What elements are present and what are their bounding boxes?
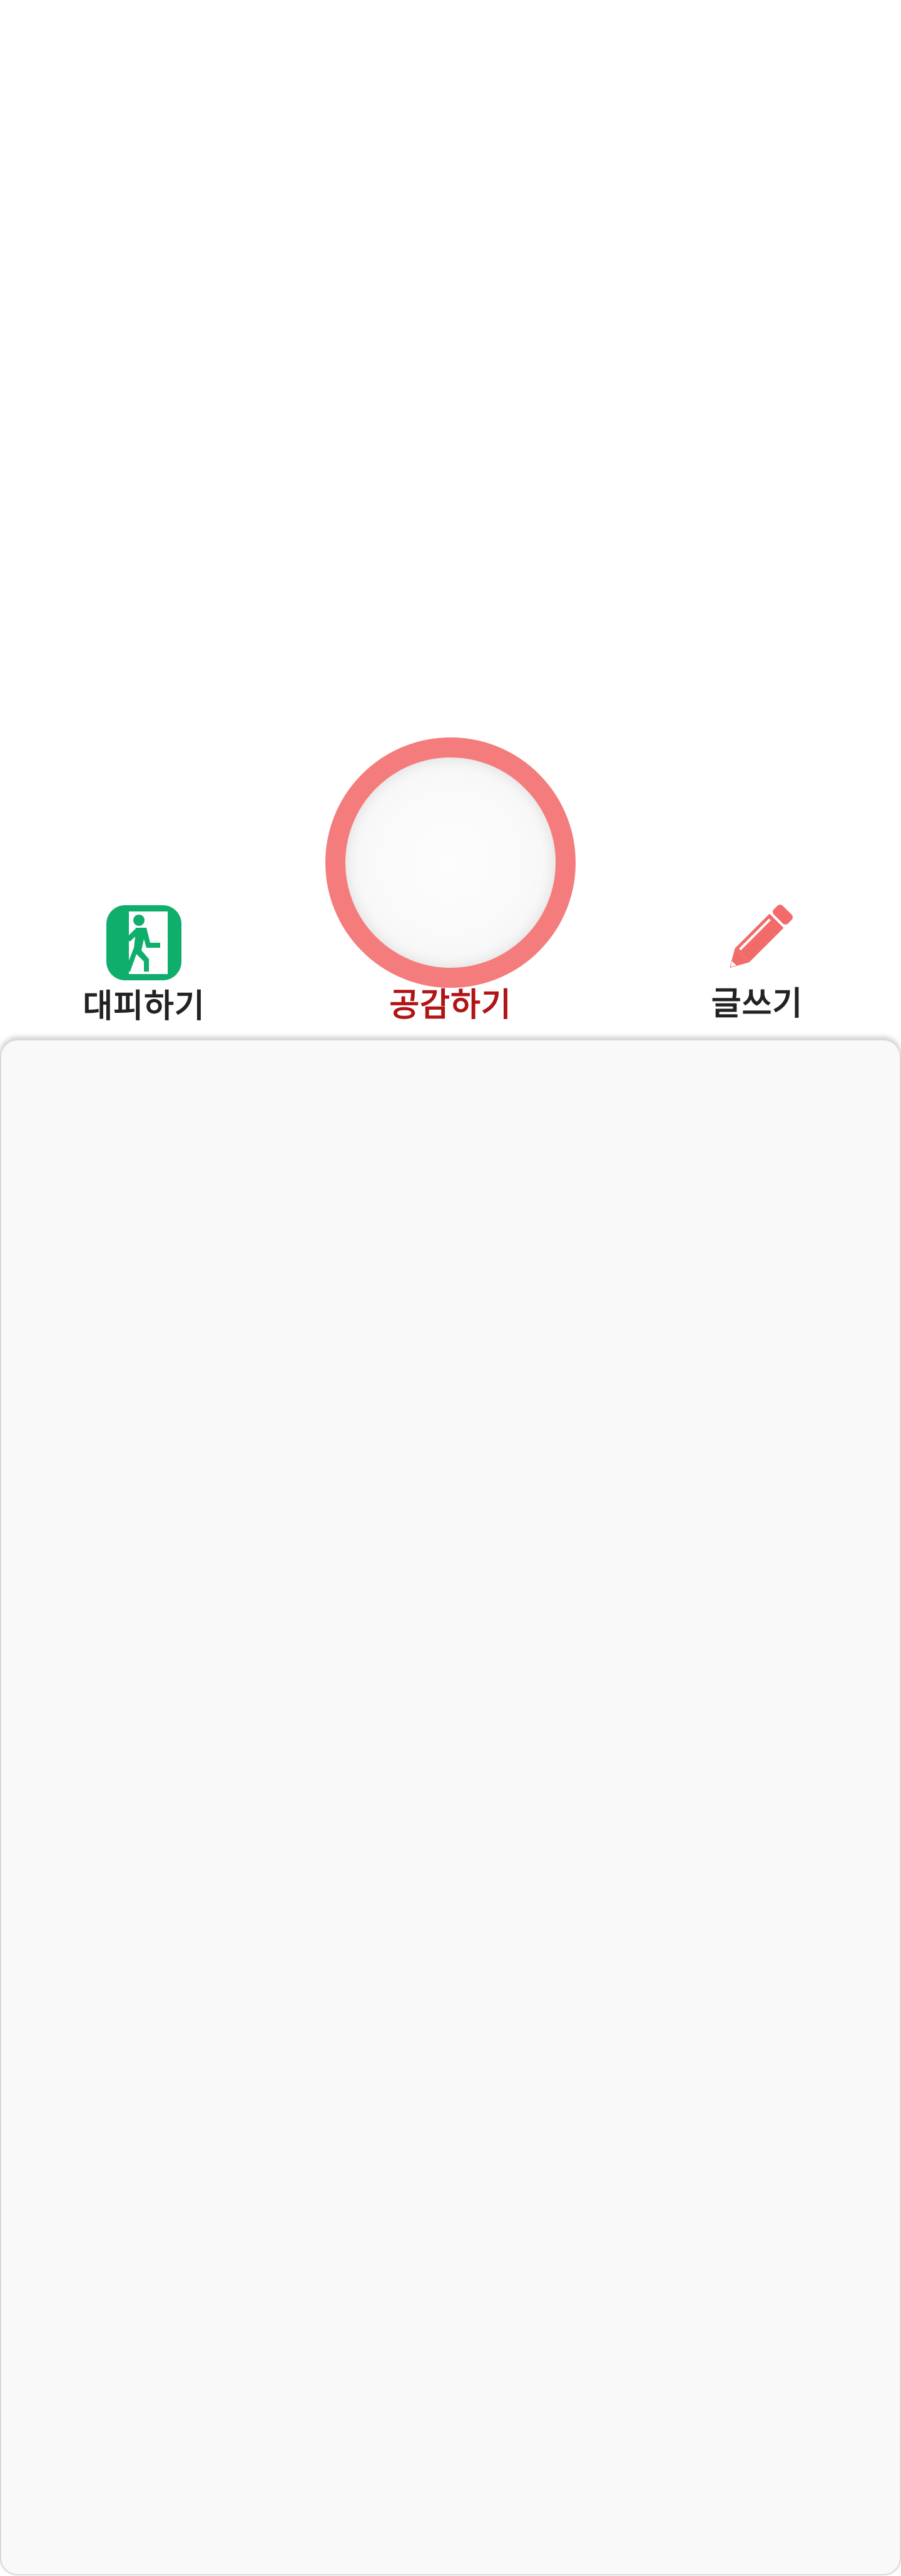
pencil-icon [718, 901, 796, 979]
empathize-circle-button[interactable] [325, 737, 576, 988]
empathize-label: 공감하기 [389, 987, 512, 1024]
empathize-button[interactable]: 공감하기 [375, 989, 526, 1022]
page: 대피하기 공감하기 글쓰기 [0, 0, 901, 2576]
write-button[interactable]: 글쓰기 [701, 901, 813, 1020]
content-panel [0, 1039, 901, 2575]
evacuate-button[interactable]: 대피하기 [75, 904, 213, 1023]
evacuate-label: 대피하기 [83, 988, 205, 1025]
write-label: 글쓰기 [711, 985, 803, 1023]
emergency-exit-icon [105, 904, 183, 982]
action-bar: 대피하기 공감하기 글쓰기 [0, 726, 901, 1039]
